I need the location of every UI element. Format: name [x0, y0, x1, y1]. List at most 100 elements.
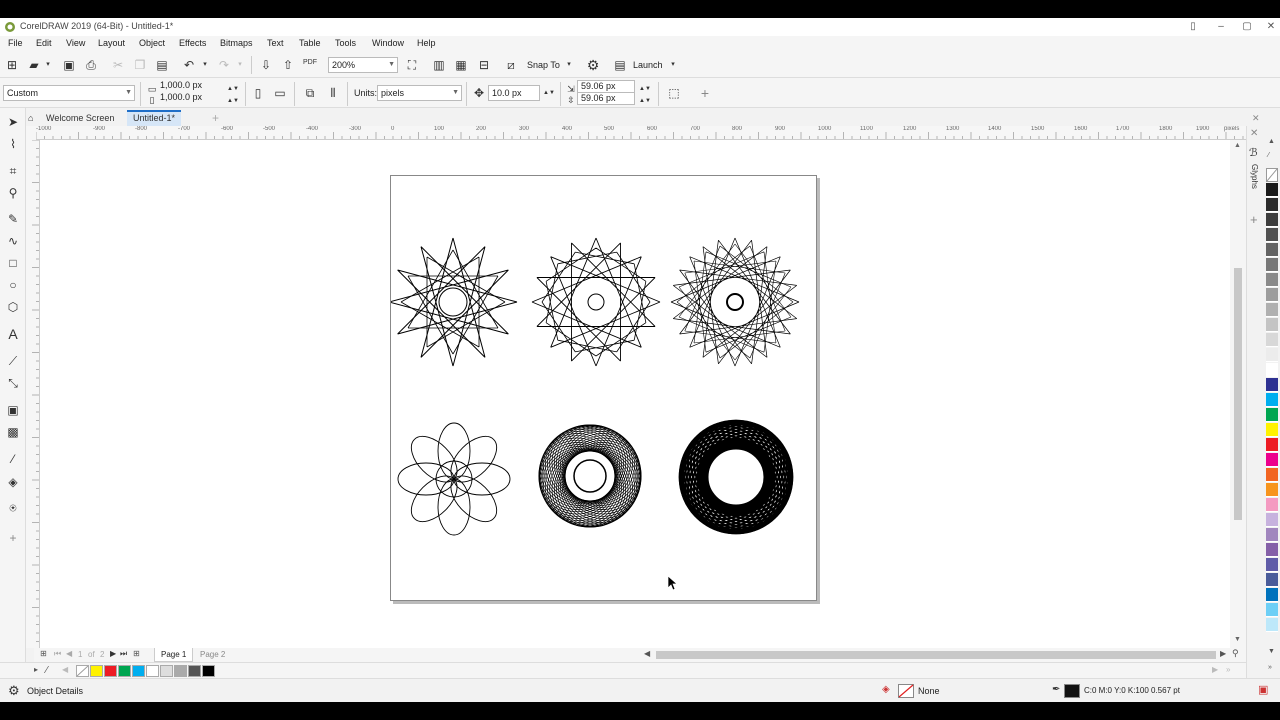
duplicate-y-field[interactable]: 59.06 px: [577, 92, 635, 105]
close-docker-icon[interactable]: ✕: [1250, 128, 1258, 139]
no-fill-swatch-icon[interactable]: [898, 684, 914, 698]
open-dropdown-icon[interactable]: ▾: [40, 57, 56, 73]
parallel-dimension-tool-icon[interactable]: ⟋: [5, 353, 21, 369]
palette-swatch[interactable]: [1266, 333, 1278, 347]
menu-window[interactable]: Window: [372, 38, 404, 48]
crop-tool-icon[interactable]: ⌗: [5, 163, 21, 179]
palette-swatch[interactable]: [1266, 303, 1278, 317]
doc-palette-scroll-right-icon[interactable]: ▶: [1212, 665, 1218, 674]
redo-icon[interactable]: ↷: [216, 57, 232, 73]
print-icon[interactable]: ⎙: [83, 57, 99, 73]
add-toolbar-icon[interactable]: +: [697, 85, 713, 101]
rectangle-tool-icon[interactable]: □: [5, 255, 21, 271]
palette-swatch[interactable]: [1266, 183, 1278, 197]
minimize-button[interactable]: –: [1208, 20, 1234, 34]
tab-untitled-1[interactable]: Untitled-1*: [127, 110, 182, 126]
doc-palette-menu-icon[interactable]: ▸: [34, 665, 38, 674]
doc-palette-expand-icon[interactable]: »: [1226, 665, 1230, 674]
palette-swatch[interactable]: [1266, 288, 1278, 302]
launch-dropdown-icon[interactable]: ▾: [665, 57, 681, 73]
shape-tool-icon[interactable]: ⌇: [5, 136, 21, 152]
interactive-fill-tool-icon[interactable]: ◈: [5, 474, 21, 490]
palette-swatch[interactable]: [1266, 228, 1278, 242]
palette-swatch[interactable]: [1266, 393, 1278, 407]
palette-swatch[interactable]: [1266, 498, 1278, 512]
palette-scroll-up-icon[interactable]: ▲: [1268, 138, 1275, 145]
palette-swatch[interactable]: [1266, 363, 1278, 377]
launch-icon[interactable]: ▤: [612, 57, 628, 73]
palette-scroll-down-icon[interactable]: ▼: [1268, 648, 1275, 655]
doc-palette-scroll-left-icon[interactable]: ◀: [62, 665, 68, 674]
palette-swatch[interactable]: [1266, 243, 1278, 257]
show-guidelines-icon[interactable]: ⊟: [476, 57, 492, 73]
add-page-after-icon[interactable]: ⊞: [133, 649, 140, 658]
cut-icon[interactable]: ✂: [110, 57, 126, 73]
close-button[interactable]: ✕: [1258, 20, 1280, 34]
horizontal-ruler[interactable]: -1000 -900 -800 -700 -600 -500 -400 -300…: [36, 126, 1246, 140]
doc-palette-swatch[interactable]: [104, 665, 117, 677]
undo-icon[interactable]: ↶: [181, 57, 197, 73]
nudge-distance-field[interactable]: 10.0 px: [488, 85, 540, 101]
page-height-field[interactable]: 1,000.0 px: [157, 92, 219, 105]
restore-help-icon[interactable]: ▯: [1180, 20, 1206, 34]
import-icon[interactable]: ⇩: [258, 57, 274, 73]
menu-object[interactable]: Object: [139, 38, 165, 48]
doc-palette-swatch[interactable]: [118, 665, 131, 677]
drop-shadow-tool-icon[interactable]: ▣: [5, 402, 21, 418]
zoom-navigator-icon[interactable]: ⚲: [1232, 648, 1239, 659]
palette-swatch[interactable]: [1266, 543, 1278, 557]
page-tab-2[interactable]: Page 2: [194, 648, 231, 662]
doc-palette-swatch[interactable]: [146, 665, 159, 677]
menu-edit[interactable]: Edit: [36, 38, 52, 48]
palette-swatch[interactable]: [1266, 453, 1278, 467]
menu-file[interactable]: File: [8, 38, 23, 48]
doc-palette-swatch[interactable]: [174, 665, 187, 677]
palette-swatch[interactable]: [1266, 273, 1278, 287]
scroll-down-icon[interactable]: ▼: [1234, 636, 1241, 643]
menu-help[interactable]: Help: [417, 38, 436, 48]
palette-swatch[interactable]: [1266, 468, 1278, 482]
page-tab-1[interactable]: Page 1: [154, 648, 194, 662]
add-tool-icon[interactable]: +: [5, 530, 21, 546]
text-tool-icon[interactable]: A: [5, 326, 21, 342]
doc-palette-swatch[interactable]: [90, 665, 103, 677]
add-docker-icon[interactable]: +: [1250, 212, 1258, 227]
options-gear-icon[interactable]: ⚙: [585, 57, 601, 73]
redo-dropdown-icon[interactable]: ▾: [232, 57, 248, 73]
palette-swatch[interactable]: [1266, 573, 1278, 587]
add-page-before-icon[interactable]: ⊞: [40, 649, 47, 658]
show-grid-icon[interactable]: ▦: [453, 57, 469, 73]
maximize-button[interactable]: ▢: [1234, 20, 1260, 34]
palette-swatch[interactable]: [1266, 603, 1278, 617]
palette-swatch[interactable]: [1266, 318, 1278, 332]
menu-tools[interactable]: Tools: [335, 38, 356, 48]
units-dropdown[interactable]: pixels ▼: [377, 85, 462, 101]
ellipse-tool-icon[interactable]: ○: [5, 277, 21, 293]
menu-text[interactable]: Text: [267, 38, 284, 48]
horizontal-scroll-thumb[interactable]: [656, 651, 1216, 659]
doc-palette-swatch[interactable]: [132, 665, 145, 677]
palette-swatch[interactable]: [1266, 168, 1278, 182]
palette-swatch[interactable]: [1266, 513, 1278, 527]
palette-swatch[interactable]: [1266, 213, 1278, 227]
undo-dropdown-icon[interactable]: ▾: [197, 57, 213, 73]
doc-palette-swatch[interactable]: [188, 665, 201, 677]
palette-expand-icon[interactable]: »: [1268, 664, 1272, 671]
current-page-icon[interactable]: ⫴: [325, 85, 341, 101]
menu-effects[interactable]: Effects: [179, 38, 206, 48]
first-page-icon[interactable]: ⏮: [54, 649, 61, 659]
zoom-tool-icon[interactable]: ⚲: [5, 185, 21, 201]
page-border-icon[interactable]: ⬚: [666, 85, 682, 101]
palette-swatch[interactable]: [1266, 483, 1278, 497]
next-page-icon[interactable]: ▶: [110, 649, 116, 658]
eyedropper-icon[interactable]: ⁄: [46, 665, 48, 676]
snap-to-label[interactable]: Snap To: [527, 60, 560, 70]
drawing-canvas[interactable]: [40, 140, 1230, 648]
home-icon[interactable]: ⌂: [26, 110, 40, 126]
publish-pdf-icon[interactable]: PDF: [302, 55, 318, 71]
artistic-media-tool-icon[interactable]: ∿: [5, 233, 21, 249]
palette-swatch[interactable]: [1266, 198, 1278, 212]
nudge-spinner-icon[interactable]: ▲▼: [541, 85, 557, 101]
doc-palette-swatch[interactable]: [76, 665, 89, 677]
copy-icon[interactable]: ❐: [132, 57, 148, 73]
